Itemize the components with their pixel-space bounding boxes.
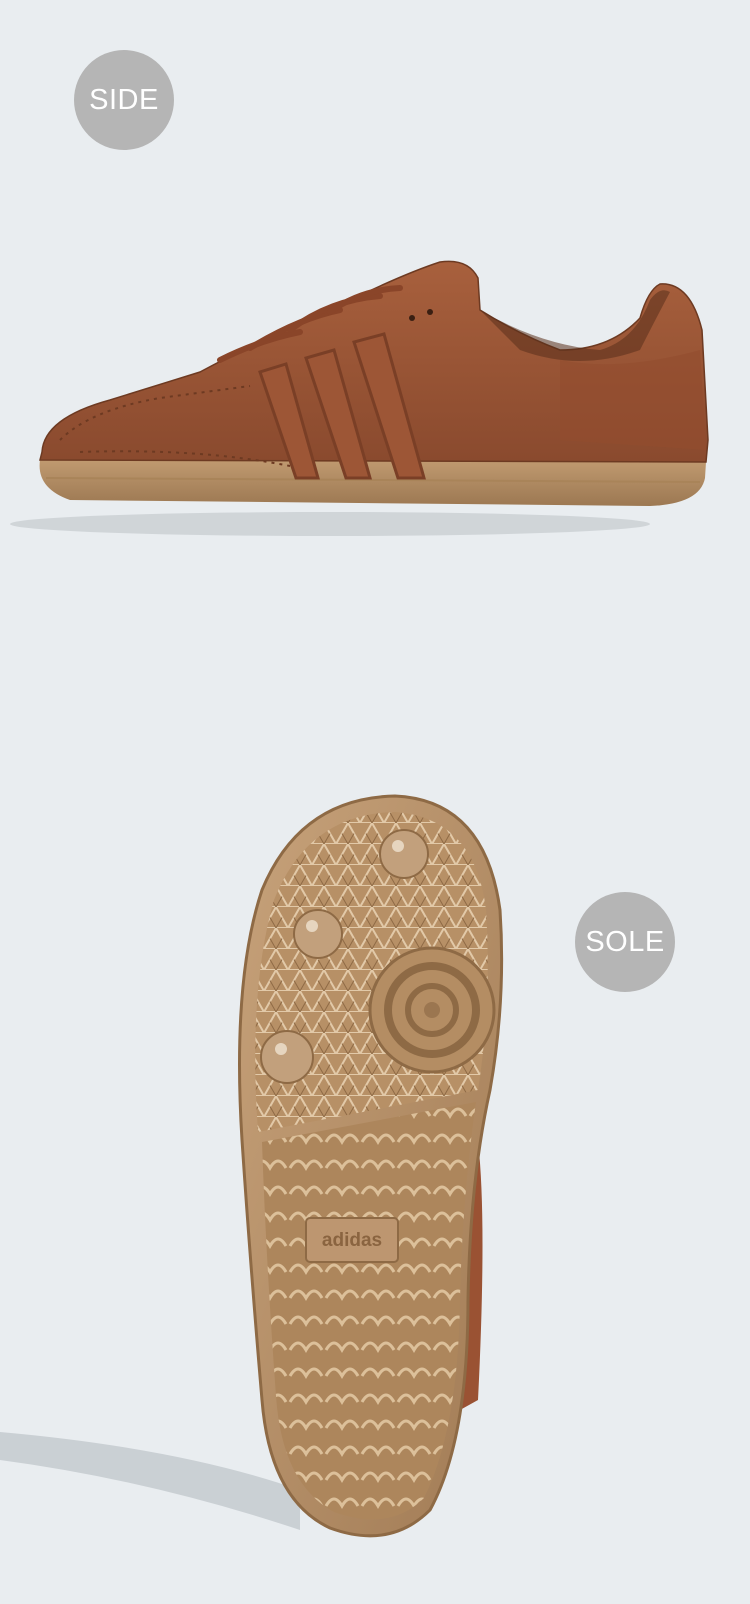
sole-brand-logo-text: adidas: [321, 1230, 383, 1251]
side-view-panel: SIDE: [0, 0, 750, 760]
sole-view-shoe-image: [0, 794, 504, 1538]
sole-view-panel: SOLE adidas: [0, 760, 750, 1604]
side-view-shoe-image: [10, 260, 709, 536]
